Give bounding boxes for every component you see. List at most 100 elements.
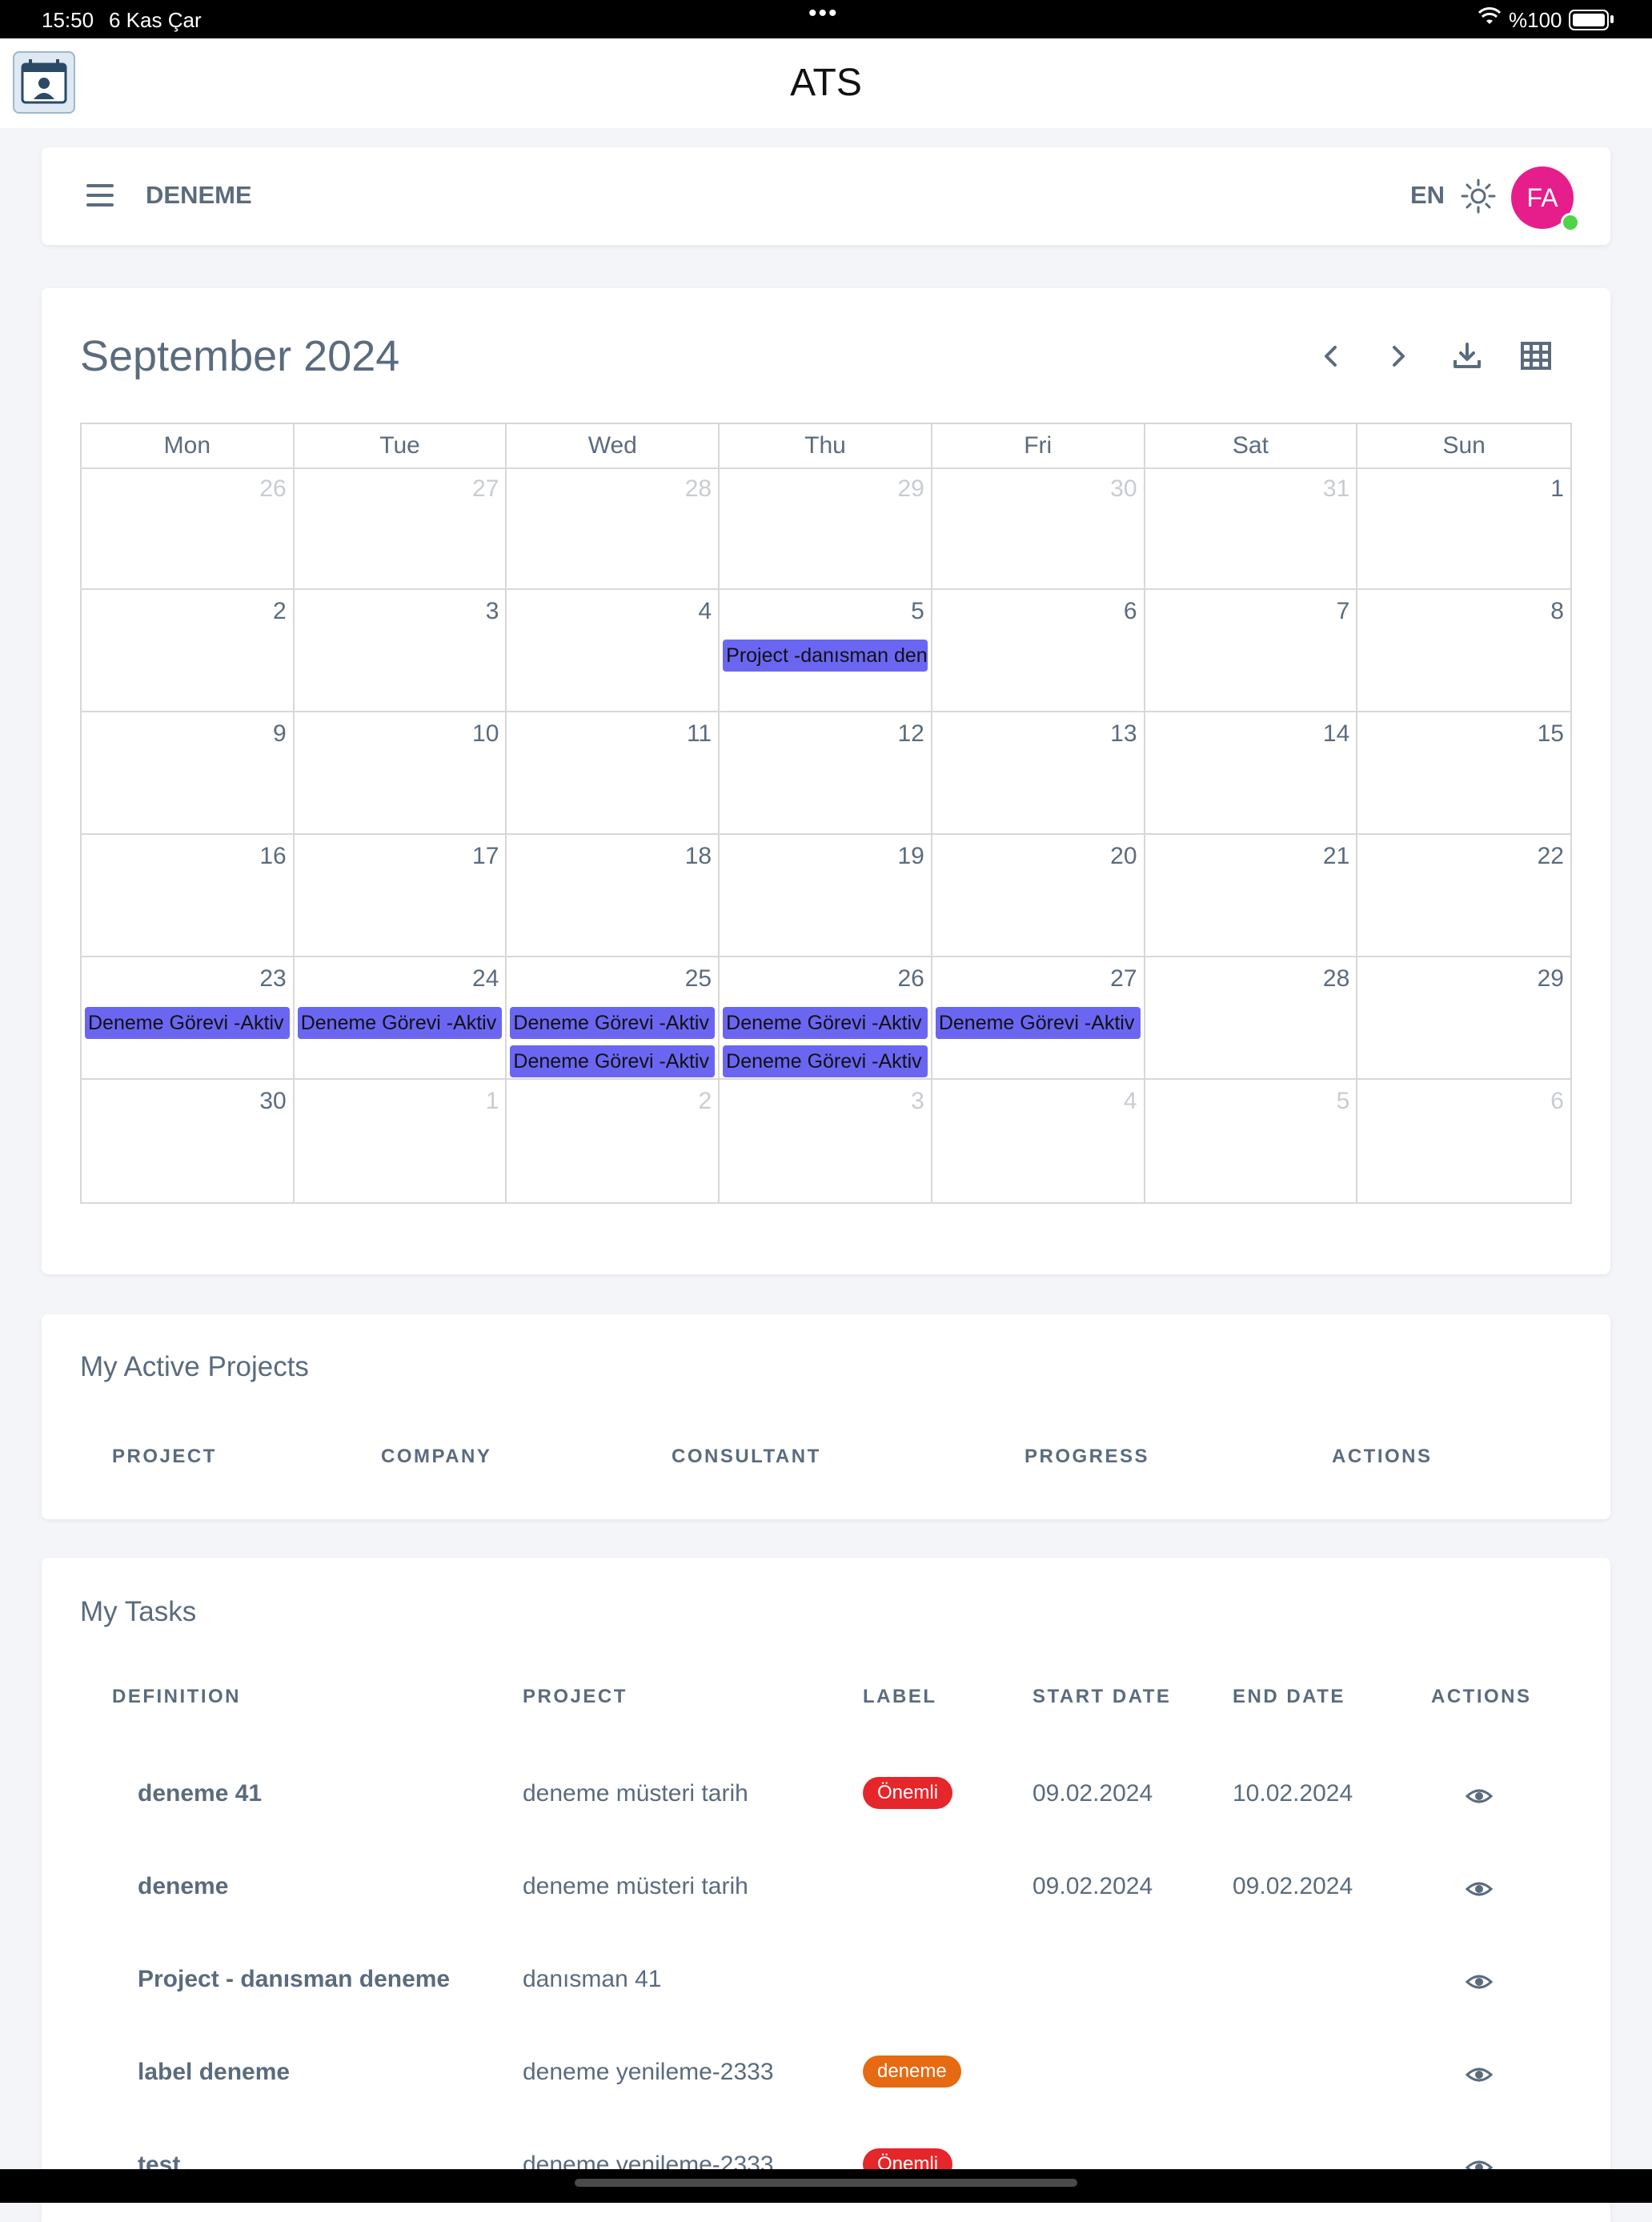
col-start-date[interactable]: START DATE — [1032, 1686, 1171, 1708]
multitask-dots[interactable]: ••• — [808, 0, 839, 27]
chevron-left-icon[interactable] — [1311, 336, 1351, 376]
calendar-day-cell[interactable]: 27 — [294, 467, 507, 590]
calendar-day-cell[interactable]: 7 — [1145, 590, 1358, 712]
tasks-title: My Tasks — [80, 1596, 197, 1627]
weekday-header: Mon — [82, 424, 295, 467]
calendar-day-cell[interactable]: 14 — [1145, 712, 1358, 835]
day-number: 4 — [1123, 1088, 1137, 1114]
task-row[interactable]: deneme 41 deneme müsteri tarih Önemli 09.02… — [42, 1750, 1610, 1843]
calendar-day-cell[interactable]: 24 Deneme Görevi -Aktiv — [294, 957, 507, 1080]
day-number: 21 — [1322, 843, 1350, 869]
download-icon[interactable] — [1447, 336, 1487, 376]
calendar-day-cell[interactable]: 13 — [932, 712, 1145, 835]
workspace-title: DENEME — [146, 181, 252, 209]
calendar-day-cell[interactable]: 10 — [294, 712, 507, 835]
calendar-day-cell[interactable]: 28 — [1145, 957, 1358, 1080]
day-number: 31 — [1322, 475, 1350, 502]
calendar-day-cell[interactable]: 21 — [1145, 835, 1358, 957]
eye-icon[interactable] — [1465, 2060, 1494, 2089]
calendar-day-cell[interactable]: 9 — [82, 712, 295, 835]
chevron-right-icon[interactable] — [1378, 336, 1418, 376]
calendar-day-cell[interactable]: 3 — [294, 590, 507, 712]
calendar-day-cell[interactable]: 3 — [720, 1080, 932, 1202]
day-number: 28 — [1322, 965, 1350, 992]
calendar-day-cell[interactable]: 16 — [82, 835, 295, 957]
day-number: 15 — [1537, 720, 1564, 747]
grid-view-icon[interactable] — [1516, 336, 1556, 376]
calendar-day-cell[interactable]: 26 Deneme Görevi -Aktiv Deneme Görevi -Akt… — [720, 957, 932, 1080]
calendar-day-cell[interactable]: 17 — [294, 835, 507, 957]
col-company[interactable]: COMPANY — [381, 1446, 491, 1468]
col-definition[interactable]: DEFINITION — [112, 1686, 241, 1708]
calendar-day-cell[interactable]: 5 Project -danısman deneme — [720, 590, 932, 712]
col-consultant[interactable]: CONSULTANT — [672, 1446, 821, 1468]
battery-percent: %100 — [1509, 8, 1562, 32]
calendar-day-cell[interactable]: 30 — [932, 467, 1145, 590]
calendar-day-cell[interactable]: 28 — [507, 467, 720, 590]
task-end-date: 10.02.2024 — [1233, 1780, 1353, 1807]
language-switch[interactable]: EN — [1410, 181, 1445, 210]
calendar-day-cell[interactable]: 5 — [1145, 1080, 1358, 1202]
day-number: 14 — [1322, 720, 1350, 747]
calendar-event[interactable]: Deneme Görevi -Aktiv — [723, 1045, 928, 1077]
day-number: 20 — [1110, 843, 1137, 869]
calendar-day-cell[interactable]: 22 — [1357, 835, 1570, 957]
calendar-day-cell[interactable]: 18 — [507, 835, 720, 957]
home-indicator[interactable] — [575, 2179, 1077, 2187]
day-number: 1 — [1550, 475, 1564, 502]
calendar-event[interactable]: Deneme Görevi -Aktiv — [85, 1007, 290, 1039]
calendar-day-cell[interactable]: 27 Deneme Görevi -Aktiv — [932, 957, 1145, 1080]
calendar-day-cell[interactable]: 29 — [1357, 957, 1570, 1080]
calendar-event[interactable]: Deneme Görevi -Aktiv — [510, 1045, 716, 1077]
task-definition: Project - danısman deneme — [138, 1966, 451, 1992]
calendar-day-cell[interactable]: 29 — [720, 467, 932, 590]
col-task-project[interactable]: PROJECT — [523, 1686, 628, 1708]
calendar-day-cell[interactable]: 1 — [295, 1080, 507, 1202]
weekday-header: Sat — [1145, 424, 1358, 467]
calendar-day-cell[interactable]: 6 — [932, 590, 1145, 712]
col-label[interactable]: LABEL — [863, 1686, 937, 1708]
eye-icon[interactable] — [1465, 1967, 1494, 1996]
calendar-day-cell[interactable]: 20 — [932, 835, 1145, 957]
eye-icon[interactable] — [1465, 1875, 1494, 1903]
calendar-day-cell[interactable]: 2 — [82, 590, 295, 712]
hamburger-menu-icon[interactable] — [86, 184, 114, 208]
task-row[interactable]: Project - danısman deneme danısman 41 — [42, 1935, 1610, 2028]
online-status-dot — [1561, 213, 1580, 232]
weekday-header: Thu — [720, 424, 932, 467]
calendar-day-cell[interactable]: 15 — [1357, 712, 1570, 835]
calendar-day-cell[interactable]: 26 — [82, 467, 295, 590]
calendar-day-cell[interactable]: 19 — [720, 835, 932, 957]
theme-toggle-icon[interactable] — [1460, 178, 1497, 215]
col-project[interactable]: PROJECT — [112, 1446, 217, 1468]
calendar-event[interactable]: Deneme Görevi -Aktiv — [723, 1007, 928, 1039]
calendar-day-cell[interactable]: 12 — [720, 712, 932, 835]
task-row[interactable]: deneme deneme müsteri tarih 09.02.2024 09.0… — [42, 1843, 1610, 1935]
day-number: 7 — [1336, 598, 1350, 624]
task-project: deneme müsteri tarih — [523, 1780, 748, 1807]
calendar-month-title: September 2024 — [80, 332, 400, 380]
col-end-date[interactable]: END DATE — [1233, 1686, 1345, 1708]
calendar-event[interactable]: Deneme Görevi -Aktiv — [935, 1007, 1141, 1039]
day-number: 18 — [684, 843, 712, 869]
col-progress[interactable]: PROGRESS — [1024, 1446, 1149, 1468]
calendar-day-cell[interactable]: 31 — [1145, 467, 1358, 590]
calendar-day-cell[interactable]: 2 — [507, 1080, 720, 1202]
calendar-event[interactable]: Project -danısman deneme — [723, 640, 928, 672]
calendar-day-cell[interactable]: 11 — [507, 712, 720, 835]
calendar-day-cell[interactable]: 4 — [932, 1080, 1145, 1202]
eye-icon[interactable] — [1465, 1782, 1494, 1811]
calendar-day-cell[interactable]: 6 — [1357, 1080, 1570, 1202]
task-definition: label deneme — [138, 2059, 291, 2085]
task-row[interactable]: label deneme deneme yenileme-2333 deneme — [42, 2028, 1610, 2121]
day-number: 27 — [472, 475, 499, 502]
calendar-event[interactable]: Deneme Görevi -Aktiv — [297, 1007, 503, 1039]
calendar-day-cell[interactable]: 25 Deneme Görevi -Aktiv Deneme Görevi -Akt… — [507, 957, 720, 1080]
calendar-day-cell[interactable]: 4 — [507, 590, 720, 712]
calendar-day-cell[interactable]: 1 — [1357, 467, 1570, 590]
calendar-day-cell[interactable]: 8 — [1357, 590, 1570, 712]
calendar-day-cell[interactable]: 23 Deneme Görevi -Aktiv — [82, 957, 295, 1080]
top-navigation: DENEME EN FA — [42, 147, 1610, 245]
calendar-event[interactable]: Deneme Görevi -Aktiv — [510, 1007, 716, 1039]
calendar-day-cell[interactable]: 30 — [82, 1080, 295, 1202]
